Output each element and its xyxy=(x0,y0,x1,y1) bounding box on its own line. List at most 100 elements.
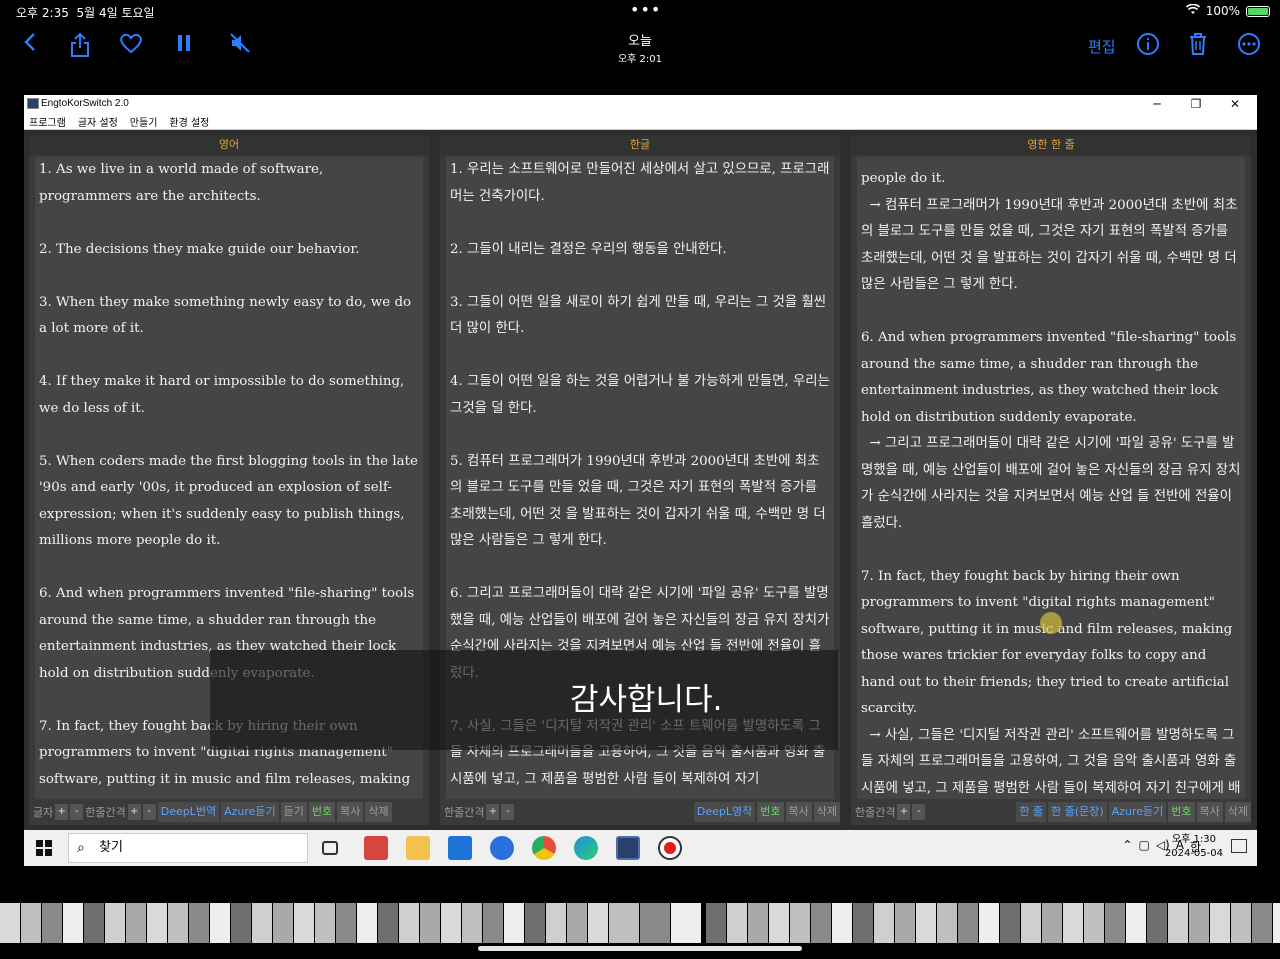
photo-thumbnail[interactable] xyxy=(84,903,104,943)
back-icon[interactable] xyxy=(16,32,44,60)
photo-thumbnail[interactable] xyxy=(315,903,335,943)
delete-button[interactable]: 삭제 xyxy=(813,802,840,822)
photo-thumbnail[interactable] xyxy=(588,903,608,943)
engtokorswitch-taskbar-icon[interactable] xyxy=(616,836,640,860)
photo-thumbnail[interactable] xyxy=(63,903,83,943)
photo-thumbnail[interactable] xyxy=(210,903,230,943)
photo-thumbnail[interactable] xyxy=(640,903,670,943)
one-line-sentence-button[interactable]: 한 줄(문장) xyxy=(1048,802,1107,822)
photo-thumbnail[interactable] xyxy=(706,903,726,943)
thumbnail-strip[interactable] xyxy=(0,903,1280,943)
photo-thumbnail[interactable] xyxy=(1273,903,1280,943)
trash-icon[interactable] xyxy=(1184,32,1212,60)
photo-thumbnail[interactable] xyxy=(671,903,701,943)
number-button[interactable]: 번호 xyxy=(757,802,784,822)
edge-icon[interactable] xyxy=(574,836,598,860)
photo-thumbnail[interactable] xyxy=(811,903,831,943)
delete-button[interactable]: 삭제 xyxy=(365,802,392,822)
photo-thumbnail[interactable] xyxy=(916,903,936,943)
photo-thumbnail[interactable] xyxy=(1105,903,1125,943)
photo-thumbnail[interactable] xyxy=(147,903,167,943)
one-line-button[interactable]: 한 줄 xyxy=(1016,802,1047,822)
number-button[interactable]: 번호 xyxy=(308,802,336,822)
notification-icon[interactable] xyxy=(1231,839,1247,853)
copy-button[interactable]: 복사 xyxy=(785,802,812,822)
photo-thumbnail[interactable] xyxy=(832,903,852,943)
photo-thumbnail[interactable] xyxy=(21,903,41,943)
multitask-dots[interactable]: ••• xyxy=(630,0,661,19)
info-icon[interactable] xyxy=(1134,32,1162,60)
line-spacing-decrease-button[interactable]: - xyxy=(501,804,515,820)
line-spacing-decrease-button[interactable]: - xyxy=(912,804,926,820)
photo-thumbnail[interactable] xyxy=(336,903,356,943)
share-icon[interactable] xyxy=(66,32,94,60)
maximize-button[interactable]: ❐ xyxy=(1178,95,1214,113)
photo-thumbnail[interactable] xyxy=(42,903,62,943)
number-button[interactable]: 번호 xyxy=(1168,802,1195,822)
photo-thumbnail[interactable] xyxy=(231,903,251,943)
tray-network-icon[interactable]: ▢ xyxy=(1138,838,1149,855)
photo-thumbnail[interactable] xyxy=(1210,903,1230,943)
deepl-compose-button[interactable]: DeepL영작 xyxy=(693,802,756,822)
more-icon[interactable] xyxy=(1235,32,1263,60)
file-explorer-icon[interactable] xyxy=(406,836,430,860)
photo-thumbnail[interactable] xyxy=(1000,903,1020,943)
menu-make[interactable]: 만들기 xyxy=(130,114,158,129)
tray-chevron-icon[interactable]: ⌃ xyxy=(1122,838,1132,855)
azure-listen-button[interactable]: Azure듣기 xyxy=(221,802,279,822)
photo-thumbnail[interactable] xyxy=(105,903,125,943)
photo-thumbnail[interactable] xyxy=(1042,903,1062,943)
photo-thumbnail[interactable] xyxy=(273,903,293,943)
close-button[interactable]: ✕ xyxy=(1217,95,1253,113)
app-pin-icon[interactable] xyxy=(490,836,514,860)
photo-thumbnail[interactable] xyxy=(294,903,314,943)
windows-start-icon[interactable] xyxy=(36,840,52,856)
line-spacing-increase-button[interactable]: + xyxy=(127,804,141,820)
line-spacing-decrease-button[interactable]: - xyxy=(142,804,156,820)
photo-thumbnail[interactable] xyxy=(790,903,810,943)
photo-thumbnail[interactable] xyxy=(504,903,524,943)
menu-program[interactable]: 프로그램 xyxy=(29,114,66,129)
photo-thumbnail[interactable] xyxy=(895,903,915,943)
record-icon[interactable] xyxy=(658,836,682,860)
listen-button[interactable]: 듣기 xyxy=(280,802,307,822)
photo-thumbnail[interactable] xyxy=(420,903,440,943)
photo-thumbnail[interactable] xyxy=(483,903,503,943)
line-spacing-increase-button[interactable]: + xyxy=(486,804,500,820)
mail-icon[interactable] xyxy=(448,836,472,860)
combined-text-area[interactable]: people do it. → 컴퓨터 프로그래머가 1990년대 후반과 20… xyxy=(857,157,1245,799)
photo-thumbnail[interactable] xyxy=(189,903,209,943)
minimize-button[interactable]: ─ xyxy=(1139,95,1175,113)
taskbar-search-input[interactable]: ⌕ 찾기 xyxy=(68,833,308,863)
menu-font-settings[interactable]: 글자 설정 xyxy=(78,114,118,129)
photo-thumbnail[interactable] xyxy=(399,903,419,943)
photo-thumbnail[interactable] xyxy=(1021,903,1041,943)
photo-thumbnail[interactable] xyxy=(168,903,188,943)
photo-thumbnail[interactable] xyxy=(567,903,587,943)
photo-thumbnail[interactable] xyxy=(378,903,398,943)
photo-thumbnail[interactable] xyxy=(0,903,20,943)
photo-thumbnail[interactable] xyxy=(462,903,482,943)
copy-button[interactable]: 복사 xyxy=(337,802,364,822)
photo-thumbnail[interactable] xyxy=(1084,903,1104,943)
photo-thumbnail[interactable] xyxy=(979,903,999,943)
photo-thumbnail[interactable] xyxy=(126,903,146,943)
deepl-translate-button[interactable]: DeepL번역 xyxy=(157,802,220,822)
photo-thumbnail[interactable] xyxy=(1126,903,1146,943)
mute-icon[interactable] xyxy=(226,32,254,60)
photo-thumbnail[interactable] xyxy=(1147,903,1167,943)
task-view-icon[interactable] xyxy=(322,841,338,855)
photo-thumbnail[interactable] xyxy=(546,903,566,943)
photo-thumbnail[interactable] xyxy=(937,903,957,943)
photo-thumbnail[interactable] xyxy=(1168,903,1188,943)
line-spacing-increase-button[interactable]: + xyxy=(897,804,911,820)
chrome-icon[interactable] xyxy=(532,836,556,860)
photo-thumbnail[interactable] xyxy=(252,903,272,943)
edit-button[interactable]: 편집 xyxy=(1088,36,1116,57)
store-icon[interactable] xyxy=(364,836,388,860)
taskbar-clock[interactable]: 오후 1:30 2024-05-04 xyxy=(1165,833,1223,861)
photo-thumbnail[interactable] xyxy=(727,903,747,943)
photo-thumbnail[interactable] xyxy=(748,903,768,943)
photo-thumbnail[interactable] xyxy=(525,903,545,943)
photo-thumbnail[interactable] xyxy=(441,903,461,943)
